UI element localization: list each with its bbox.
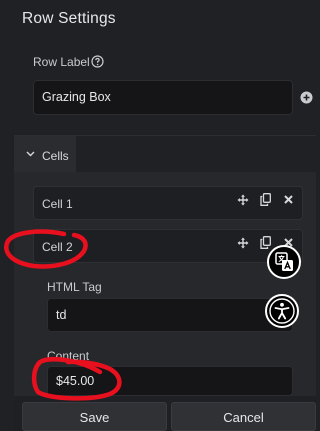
translate-button[interactable]: [267, 245, 301, 279]
translate-icon: [275, 252, 293, 271]
save-button[interactable]: Save: [22, 402, 167, 431]
cell-1-label: Cell 1: [42, 197, 73, 211]
close-icon[interactable]: [284, 195, 293, 204]
cancel-button[interactable]: Cancel: [171, 402, 316, 431]
accessibility-button[interactable]: [265, 294, 299, 328]
content-label: Content: [47, 349, 90, 363]
html-tag-input[interactable]: td: [47, 298, 293, 332]
accessibility-icon: [269, 298, 295, 324]
duplicate-icon[interactable]: [260, 236, 271, 249]
move-icon[interactable]: [237, 237, 249, 249]
cell-2-label: Cell 2: [42, 240, 73, 254]
plus-circle-icon[interactable]: [300, 91, 313, 104]
panel-title: Row Settings: [22, 10, 116, 27]
duplicate-icon[interactable]: [260, 193, 271, 206]
row-label-input[interactable]: Grazing Box: [33, 80, 293, 115]
row-label-label: Row Label: [33, 55, 90, 69]
help-circle-icon[interactable]: [91, 55, 104, 68]
move-icon[interactable]: [237, 194, 249, 206]
cells-section-label[interactable]: Cells: [42, 149, 69, 163]
content-input[interactable]: $45.00: [47, 366, 293, 396]
chevron-down-icon[interactable]: [26, 151, 35, 157]
html-tag-label: HTML Tag: [47, 280, 102, 294]
